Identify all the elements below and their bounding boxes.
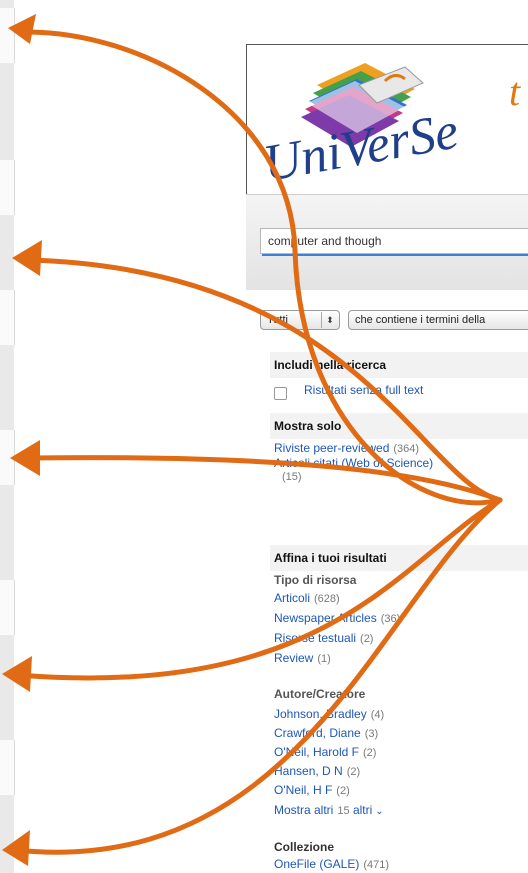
facet-item-author[interactable]: O'Neil, Harold F (2) bbox=[274, 745, 376, 759]
search-tab-underline bbox=[262, 254, 528, 256]
facet-item-author[interactable]: Johnson, Bradley (4) bbox=[274, 707, 384, 721]
facet-item-cited-articles[interactable]: Articoli citati (Web of Science) bbox=[274, 456, 433, 470]
terms-select[interactable]: che contiene i termini della bbox=[348, 310, 528, 330]
terms-select-value: che contiene i termini della bbox=[355, 314, 486, 326]
collection-title: Collezione bbox=[274, 840, 335, 854]
include-section-title: Includi nella ricerca bbox=[270, 352, 528, 378]
logo-text-tail: t bbox=[509, 69, 521, 114]
facet-item-author[interactable]: Crawford, Diane (3) bbox=[274, 726, 378, 740]
chevron-down-icon: ⌄ bbox=[375, 806, 384, 817]
select-arrows-icon: ⬍ bbox=[321, 312, 338, 328]
left-page-strip bbox=[0, 0, 15, 873]
search-input[interactable] bbox=[260, 228, 528, 254]
facet-item-newspaper-articles[interactable]: Newspaper Articles (36) bbox=[274, 611, 400, 625]
scope-select-value: Tutti bbox=[267, 314, 288, 326]
author-title: Autore/Creatore bbox=[274, 687, 366, 701]
strip-segment bbox=[0, 740, 15, 795]
arrowhead-icon bbox=[12, 240, 42, 276]
facet-item-collection[interactable]: OneFile (GALE) (471) bbox=[274, 857, 389, 871]
show-only-section-title: Mostra solo bbox=[270, 413, 528, 439]
facet-item-cited-count: (15) bbox=[282, 471, 302, 483]
scope-select[interactable]: Tutti ⬍ bbox=[260, 310, 340, 330]
strip-segment bbox=[0, 8, 15, 63]
full-text-checkbox[interactable] bbox=[274, 387, 287, 400]
facet-item-articles[interactable]: Articoli (628) bbox=[274, 591, 340, 605]
facet-item-peer-reviewed[interactable]: Riviste peer-reviewed (364) bbox=[274, 441, 419, 455]
search-filter-row: Tutti ⬍ che contiene i termini della bbox=[246, 310, 528, 332]
facet-item-review[interactable]: Review (1) bbox=[274, 651, 331, 665]
full-text-option-label[interactable]: Risultati senza full text bbox=[304, 383, 423, 397]
strip-segment bbox=[0, 160, 15, 215]
resource-type-title: Tipo di risorsa bbox=[274, 573, 357, 587]
strip-segment bbox=[0, 290, 15, 345]
strip-segment bbox=[0, 580, 15, 635]
show-more-authors-link[interactable]: Mostra altri 15 altri ⌄ bbox=[274, 803, 384, 817]
facet-item-author[interactable]: Hansen, D N (2) bbox=[274, 764, 360, 778]
facet-item-text-resources[interactable]: Risorse testuali (2) bbox=[274, 631, 373, 645]
refine-section-title: Affina i tuoi risultati bbox=[270, 545, 528, 571]
strip-segment bbox=[0, 430, 15, 485]
logo-panel: UniVerSe t bbox=[246, 44, 528, 195]
arrow-path bbox=[15, 497, 503, 681]
facet-item-author[interactable]: O'Neil, H F (2) bbox=[274, 783, 350, 797]
universe-logo: UniVerSe t bbox=[259, 63, 521, 193]
